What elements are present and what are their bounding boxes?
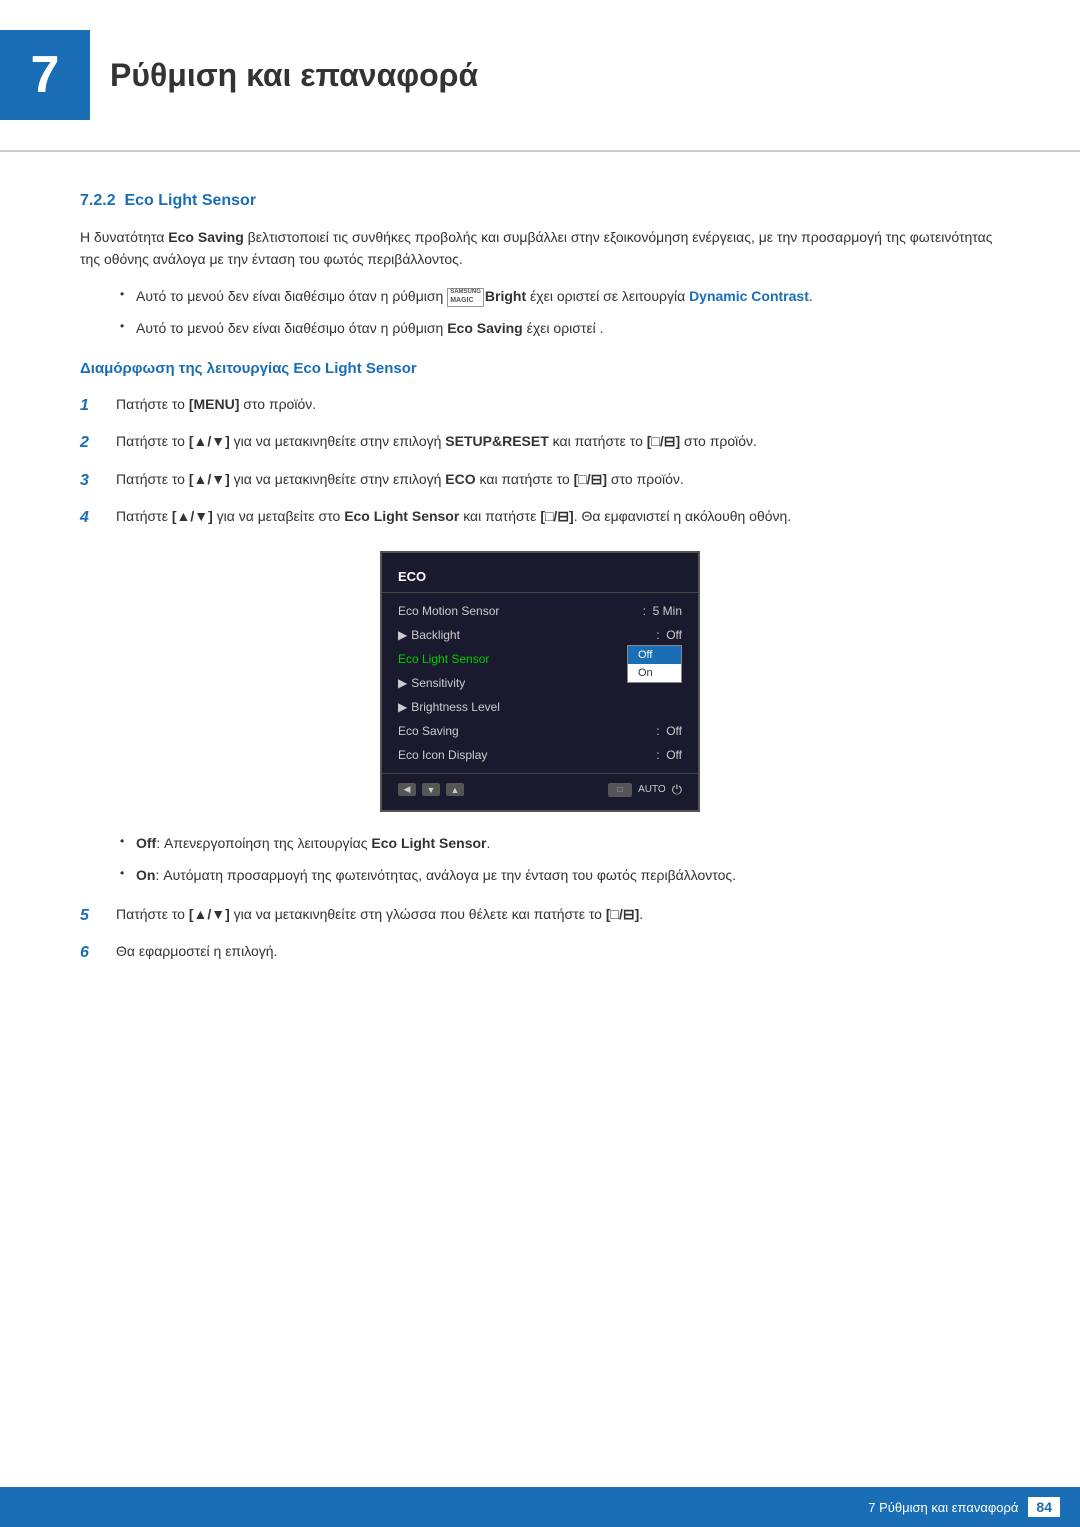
eco-menu-screenshot: ECO Eco Motion Sensor : 5 Min ▶ Backligh… bbox=[380, 551, 700, 812]
eco-menu-item-motion-sensor: Eco Motion Sensor : 5 Min bbox=[382, 599, 698, 623]
eco-menu-item-light-sensor: Eco Light Sensor : Off On bbox=[382, 647, 698, 671]
section-heading: 7.2.2 Eco Light Sensor bbox=[80, 192, 1000, 210]
eco-menu-container: ECO Eco Motion Sensor : 5 Min ▶ Backligh… bbox=[80, 551, 1000, 812]
eco-menu-title: ECO bbox=[382, 565, 698, 593]
eco-dropdown-off: Off bbox=[628, 646, 681, 664]
step-item-2: 2 Πατήστε το [▲/▼] για να μετακινηθείτε … bbox=[80, 430, 1000, 456]
footer-page-number: 84 bbox=[1028, 1497, 1060, 1517]
eco-menu-item-backlight: ▶ Backlight : Off bbox=[382, 623, 698, 647]
nav-down-btn: ▼ bbox=[422, 783, 440, 796]
magic-badge: SAMSUNGMAGIC bbox=[447, 288, 484, 307]
step-item-5: 5 Πατήστε το [▲/▼] για να μετακινηθείτε … bbox=[80, 903, 1000, 929]
step-item-6: 6 Θα εφαρμοστεί η επιλογή. bbox=[80, 940, 1000, 966]
page-container: 7 Ρύθμιση και επαναφορά 7.2.2 Eco Light … bbox=[0, 0, 1080, 1527]
intro-bullet-list: Αυτό το μενού δεν είναι διαθέσιμο όταν η… bbox=[120, 285, 1000, 340]
chapter-title: Ρύθμιση και επαναφορά bbox=[110, 57, 478, 94]
option-on: On: Αυτόματη προσαρμογή της φωτεινότητας… bbox=[120, 864, 1000, 886]
nav-left-btn: ◀ bbox=[398, 783, 416, 796]
eco-dropdown: Off On bbox=[627, 645, 682, 683]
content-area: 7.2.2 Eco Light Sensor Η δυνατότητα Eco … bbox=[0, 162, 1080, 1038]
nav-select-btn: □ bbox=[608, 783, 632, 797]
step-item-3: 3 Πατήστε το [▲/▼] για να μετακινηθείτε … bbox=[80, 468, 1000, 494]
intro-paragraph: Η δυνατότητα Eco Saving βελτιστοποιεί τι… bbox=[80, 226, 1000, 271]
auto-label: AUTO bbox=[638, 784, 666, 795]
step-item-4: 4 Πατήστε [▲/▼] για να μεταβείτε στο Eco… bbox=[80, 505, 1000, 531]
chapter-number: 7 bbox=[31, 45, 60, 105]
eco-menu-bottom-bar: ◀ ▼ ▲ □ AUTO ⏻ bbox=[382, 773, 698, 798]
bullet-item-1: Αυτό το μενού δεν είναι διαθέσιμο όταν η… bbox=[120, 285, 1000, 307]
eco-menu-item-brightness-level: ▶ Brightness Level bbox=[382, 695, 698, 719]
footer-chapter-label: 7 Ρύθμιση και επαναφορά bbox=[868, 1500, 1018, 1515]
bullet-item-2: Αυτό το μενού δεν είναι διαθέσιμο όταν η… bbox=[120, 317, 1000, 339]
eco-menu-item-eco-saving: Eco Saving : Off bbox=[382, 719, 698, 743]
sub-heading: Διαμόρφωση της λειτουργίας Eco Light Sen… bbox=[80, 360, 1000, 377]
eco-dropdown-on: On bbox=[628, 664, 681, 682]
steps-list-2: 5 Πατήστε το [▲/▼] για να μετακινηθείτε … bbox=[80, 903, 1000, 966]
chapter-header: 7 Ρύθμιση και επαναφορά bbox=[0, 0, 1080, 152]
chapter-number-box: 7 bbox=[0, 30, 90, 120]
steps-list-1: 1 Πατήστε το [MENU] στο προϊόν. 2 Πατήστ… bbox=[80, 393, 1000, 531]
option-bullet-list: Off: Απενεργοποίηση της λειτουργίας Eco … bbox=[120, 832, 1000, 887]
option-off: Off: Απενεργοποίηση της λειτουργίας Eco … bbox=[120, 832, 1000, 854]
step-item-1: 1 Πατήστε το [MENU] στο προϊόν. bbox=[80, 393, 1000, 419]
nav-up-btn: ▲ bbox=[446, 783, 464, 796]
page-footer: 7 Ρύθμιση και επαναφορά 84 bbox=[0, 1487, 1080, 1527]
eco-menu-item-icon-display: Eco Icon Display : Off bbox=[382, 743, 698, 767]
power-icon: ⏻ bbox=[672, 782, 682, 798]
